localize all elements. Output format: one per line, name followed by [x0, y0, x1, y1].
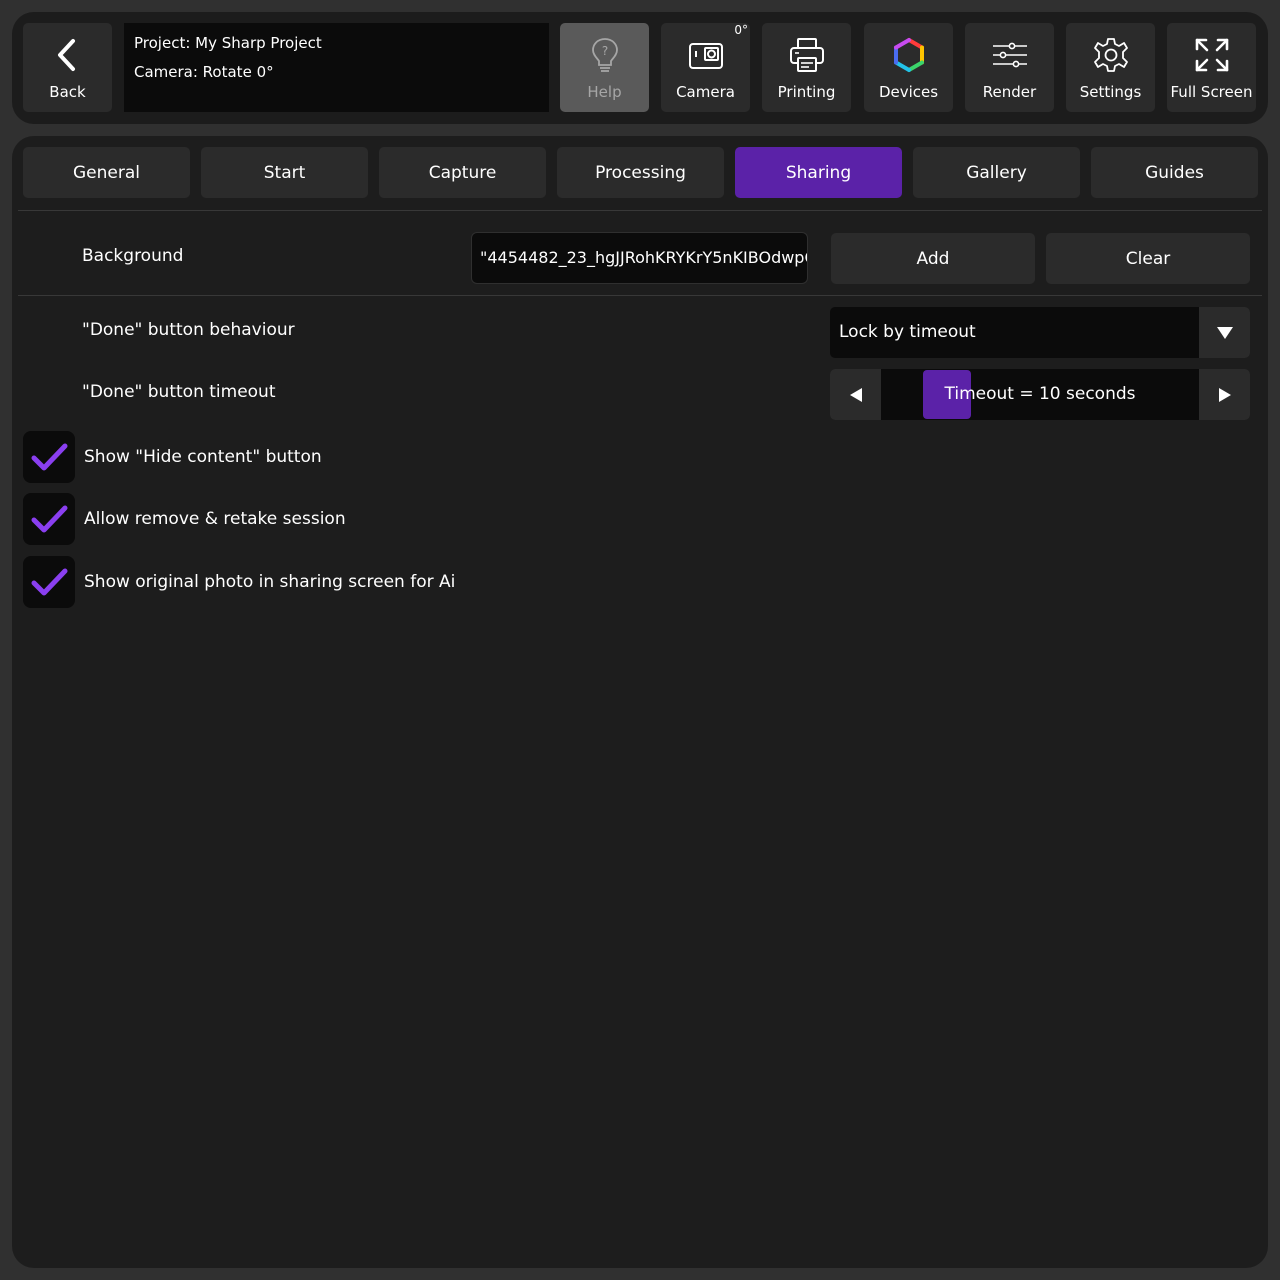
printer-icon — [789, 38, 824, 72]
printing-button[interactable]: Printing — [762, 23, 851, 112]
help-button[interactable]: ? Help — [560, 23, 649, 112]
divider — [18, 295, 1262, 296]
decrease-button[interactable] — [830, 369, 881, 420]
project-name: Project: My Sharp Project — [134, 34, 322, 52]
background-label: Background — [82, 246, 184, 266]
tab-gallery[interactable]: Gallery — [913, 147, 1080, 198]
fullscreen-icon — [1195, 38, 1228, 72]
printing-label: Printing — [777, 83, 836, 101]
allow-retake-label: Allow remove & retake session — [84, 509, 346, 529]
settings-label: Settings — [1079, 83, 1142, 101]
settings-panel: General Start Capture Processing Sharing… — [12, 136, 1268, 1268]
show-original-checkbox[interactable] — [23, 556, 75, 608]
allow-retake-option[interactable]: Allow remove & retake session — [23, 493, 463, 545]
sliders-icon — [992, 42, 1027, 68]
dropdown-arrow[interactable] — [1199, 307, 1250, 358]
done-behaviour-dropdown[interactable]: Lock by timeout — [830, 307, 1250, 358]
show-original-option[interactable]: Show original photo in sharing screen fo… — [23, 556, 463, 608]
top-toolbar: Back Project: My Sharp Project Camera: R… — [12, 12, 1268, 124]
help-label: Help — [587, 83, 622, 101]
triangle-right-icon — [1218, 387, 1231, 402]
settings-button[interactable]: Settings — [1066, 23, 1155, 112]
hide-content-label: Show "Hide content" button — [84, 447, 322, 467]
increase-button[interactable] — [1199, 369, 1250, 420]
show-original-label: Show original photo in sharing screen fo… — [84, 572, 461, 592]
back-button[interactable]: Back — [23, 23, 112, 112]
triangle-left-icon — [849, 387, 862, 402]
lightbulb-icon: ? — [591, 38, 618, 72]
camera-button[interactable]: 0° Camera — [661, 23, 750, 112]
tab-sharing[interactable]: Sharing — [735, 147, 902, 198]
fullscreen-label: Full Screen — [1170, 83, 1253, 101]
gear-icon — [1093, 38, 1128, 72]
divider — [18, 210, 1262, 211]
hide-content-checkbox[interactable] — [23, 431, 75, 483]
tab-start[interactable]: Start — [201, 147, 368, 198]
render-label: Render — [982, 83, 1037, 101]
tab-capture[interactable]: Capture — [379, 147, 546, 198]
tab-general[interactable]: General — [23, 147, 190, 198]
camera-rotation-badge: 0° — [734, 23, 748, 37]
checkmark-icon — [31, 568, 68, 596]
devices-label: Devices — [878, 83, 939, 101]
svg-text:?: ? — [601, 44, 607, 58]
tab-guides[interactable]: Guides — [1091, 147, 1258, 198]
checkmark-icon — [31, 505, 68, 533]
checkmark-icon — [31, 443, 68, 471]
camera-icon — [688, 43, 723, 69]
project-info: Project: My Sharp Project Camera: Rotate… — [124, 23, 549, 112]
add-button[interactable]: Add — [831, 233, 1035, 284]
hide-content-option[interactable]: Show "Hide content" button — [23, 431, 463, 483]
chevron-left-icon — [57, 39, 75, 71]
devices-hexagon-icon — [893, 38, 924, 72]
done-behaviour-label: "Done" button behaviour — [82, 320, 295, 340]
done-timeout-value: Timeout = 10 seconds — [944, 384, 1136, 404]
done-timeout-stepper[interactable]: Timeout = 10 seconds — [830, 369, 1250, 420]
back-label: Back — [49, 83, 86, 101]
done-timeout-label: "Done" button timeout — [82, 382, 276, 402]
tab-bar: General Start Capture Processing Sharing… — [12, 136, 1268, 210]
fullscreen-button[interactable]: Full Screen — [1167, 23, 1256, 112]
done-behaviour-value: Lock by timeout — [839, 322, 976, 342]
triangle-down-icon — [1216, 326, 1233, 339]
tab-processing[interactable]: Processing — [557, 147, 724, 198]
camera-rotation-info: Camera: Rotate 0° — [134, 63, 274, 81]
background-input[interactable]: "4454482_23_hgJJRohKRYKrY5nKIBOdwpOLN — [471, 232, 808, 284]
render-button[interactable]: Render — [965, 23, 1054, 112]
allow-retake-checkbox[interactable] — [23, 493, 75, 545]
clear-button[interactable]: Clear — [1046, 233, 1250, 284]
devices-button[interactable]: Devices — [864, 23, 953, 112]
camera-label: Camera — [676, 83, 735, 101]
